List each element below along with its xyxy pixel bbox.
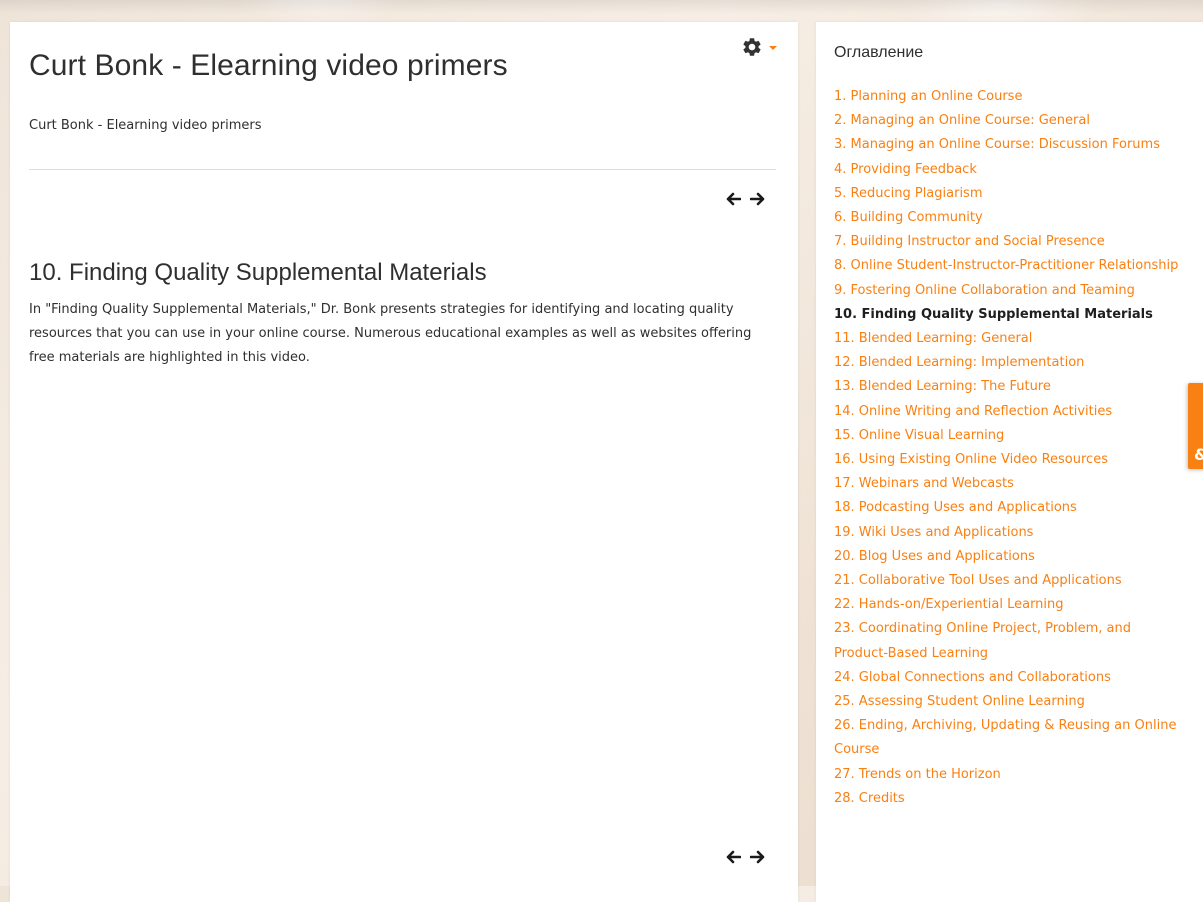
main-content-panel: Curt Bonk - Elearning video primers Curt… [10,22,798,902]
toc-item[interactable]: 16. Using Existing Online Video Resource… [834,448,1179,472]
toc-item[interactable]: 19. Wiki Uses and Applications [834,521,1179,545]
toc-item[interactable]: 21. Collaborative Tool Uses and Applicat… [834,569,1179,593]
top-shadow [0,0,1203,14]
next-chapter-arrow-icon[interactable] [750,850,766,864]
toc-item-current: 10. Finding Quality Supplemental Materia… [834,306,1153,322]
toc-item[interactable]: 3. Managing an Online Course: Discussion… [834,133,1179,157]
toc-item[interactable]: 9. Fostering Online Collaboration and Te… [834,279,1179,303]
side-drawer-tab[interactable]: & [1188,383,1203,469]
toc-item[interactable]: 14. Online Writing and Reflection Activi… [834,400,1179,424]
toc-item[interactable]: 13. Blended Learning: The Future [834,375,1179,399]
toc-item[interactable]: 6. Building Community [834,206,1179,230]
toc-item[interactable]: 25. Assessing Student Online Learning [834,690,1179,714]
toc-item[interactable]: 24. Global Connections and Collaboration… [834,666,1179,690]
toc-list: 1. Planning an Online Course 2. Managing … [834,85,1179,811]
chapter-navigation-bottom [725,850,766,864]
toc-item[interactable]: 7. Building Instructor and Social Presen… [834,230,1179,254]
previous-chapter-arrow-icon[interactable] [725,850,741,864]
settings-menu-button[interactable] [741,36,777,58]
previous-chapter-arrow-icon[interactable] [725,192,741,206]
page-subtitle: Curt Bonk - Elearning video primers [29,118,262,133]
caret-down-icon [769,46,777,50]
toc-item[interactable]: 5. Reducing Plagiarism [834,182,1179,206]
page-title: Curt Bonk - Elearning video primers [29,49,508,82]
toc-item[interactable]: 18. Podcasting Uses and Applications [834,496,1179,520]
side-tab-glyph: & [1194,447,1203,463]
next-chapter-arrow-icon[interactable] [750,192,766,206]
chapter-title: 10. Finding Quality Supplemental Materia… [29,259,487,286]
gear-icon [743,38,761,56]
toc-item[interactable]: 23. Coordinating Online Project, Problem… [834,617,1179,665]
chapter-navigation-top [725,192,766,206]
divider [29,169,776,170]
toc-item[interactable]: 27. Trends on the Horizon [834,763,1179,787]
table-of-contents-panel: Оглавление 1. Planning an Online Course 2… [816,22,1203,902]
toc-item[interactable]: 15. Online Visual Learning [834,424,1179,448]
toc-item[interactable]: 1. Planning an Online Course [834,85,1179,109]
toc-item[interactable]: 8. Online Student-Instructor-Practitione… [834,254,1179,278]
chapter-description: In "Finding Quality Supplemental Materia… [29,302,752,365]
toc-item[interactable]: 2. Managing an Online Course: General [834,109,1179,133]
toc-item[interactable]: 17. Webinars and Webcasts [834,472,1179,496]
toc-item[interactable]: 11. Blended Learning: General [834,327,1179,351]
toc-item[interactable]: 22. Hands-on/Experiential Learning [834,593,1179,617]
toc-heading: Оглавление [834,44,924,61]
toc-item[interactable]: 4. Providing Feedback [834,158,1179,182]
toc-item[interactable]: 20. Blog Uses and Applications [834,545,1179,569]
toc-item[interactable]: 28. Credits [834,787,1179,811]
toc-item[interactable]: 26. Ending, Archiving, Updating & Reusin… [834,714,1179,762]
toc-item[interactable]: 12. Blended Learning: Implementation [834,351,1179,375]
